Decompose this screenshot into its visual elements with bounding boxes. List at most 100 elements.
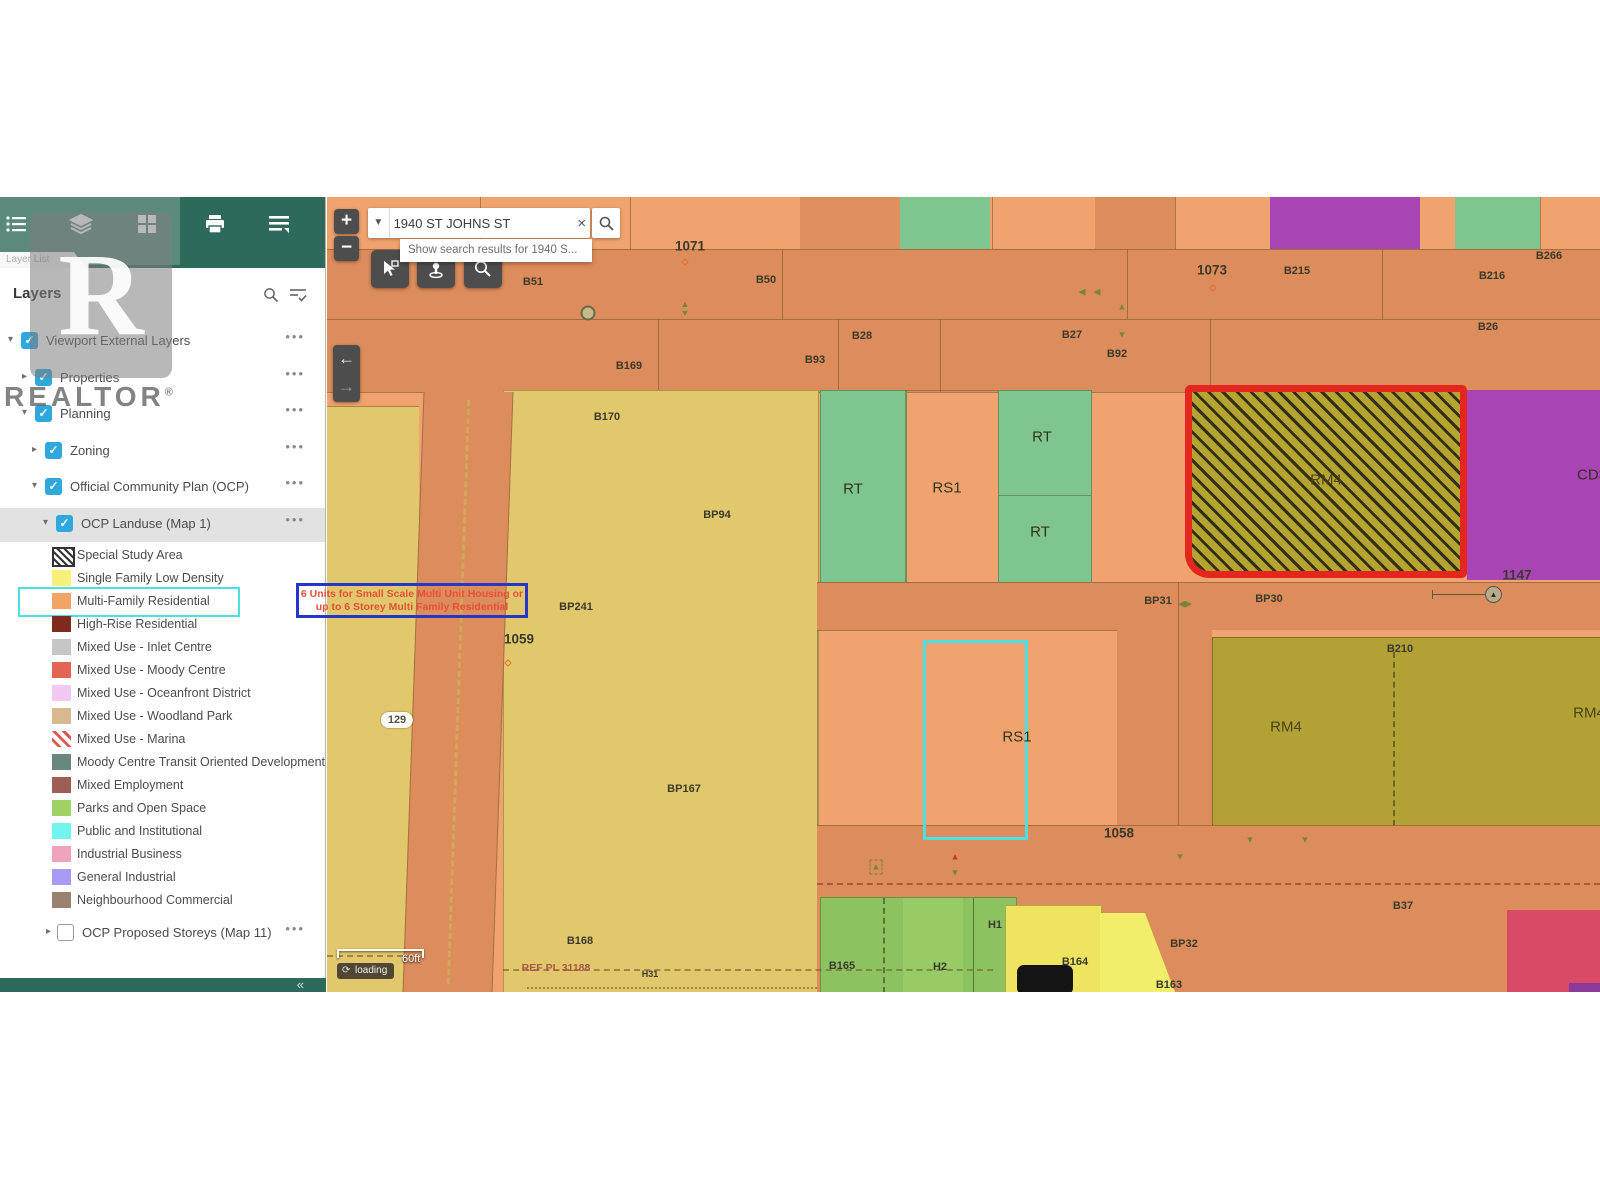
row-menu-dots[interactable]: ••• [285, 921, 305, 936]
legend-label: Neighbourhood Commercial [77, 893, 233, 907]
legend-swatch-icon [52, 639, 71, 655]
map-label: BP30 [1255, 593, 1283, 605]
row-menu-dots[interactable]: ••• [285, 329, 305, 344]
legend-item: Mixed Use - Woodland Park [0, 705, 325, 728]
collapse-panel-icon[interactable]: « [297, 978, 304, 992]
layer-tree-row-ocp-landuse-map-1-[interactable]: ▾ ✓ OCP Landuse (Map 1) ••• [0, 508, 325, 542]
map-shape: 6 Units for Small Scale Multi Unit Housi… [299, 588, 525, 601]
legend-swatch-icon [52, 777, 71, 793]
legend-label: Mixed Use - Marina [77, 732, 185, 746]
map-shape [782, 249, 783, 319]
legend-swatch-icon [52, 846, 71, 862]
loading-indicator: loading [337, 963, 394, 979]
legend-swatch-icon [52, 754, 71, 770]
map-shape [1095, 197, 1175, 249]
map-marker-icon: ▲▼ [681, 300, 690, 318]
legend-swatch-icon [52, 869, 71, 885]
map-label: 1073 [1197, 263, 1227, 278]
extent-navigation[interactable]: ← → [333, 345, 360, 402]
caret-right-icon[interactable]: ▸ [46, 926, 51, 937]
legend-item: Mixed Employment [0, 774, 325, 797]
map-shape [1507, 910, 1600, 992]
application-window: ▲▼ ◀ ◀ ▲ ▼ ◀▶ ▼ ▼ ▼ ▲ ▼ ▲ ◆ ◆ ◆ ▲ B51107… [0, 0, 1600, 1200]
more-widgets-icon[interactable] [264, 209, 294, 239]
checkbox-checked[interactable]: ✓ [45, 478, 62, 495]
map-marker-icon: ◀ [1094, 288, 1101, 297]
map-label: B169 [616, 360, 642, 372]
map-marker-icon: ▼ [951, 869, 960, 878]
search-input[interactable] [390, 216, 574, 231]
row-menu-dots[interactable]: ••• [285, 475, 305, 490]
map-marker-icon: ◆ [1210, 284, 1216, 292]
row-menu-dots[interactable]: ••• [285, 439, 305, 454]
checkbox-checked[interactable]: ✓ [45, 442, 62, 459]
location-pin-icon [426, 259, 446, 279]
legend-item: Mixed Use - Marina [0, 728, 325, 751]
map-label: 1071 [675, 239, 705, 254]
map-label: B27 [1062, 329, 1082, 341]
map-shape [600, 217, 609, 226]
checkbox-checked[interactable]: ✓ [56, 515, 73, 532]
map-label: RM4 [1310, 472, 1342, 489]
map-shape [447, 400, 470, 984]
map-shape [820, 897, 1017, 992]
search-suggestion-item[interactable]: Show search results for 1940 S... [400, 239, 592, 262]
map-shape [1175, 197, 1176, 249]
map-marker-icon: ◆ [505, 659, 511, 667]
map-label: 1059 [504, 632, 534, 647]
zoom-in-button[interactable]: + [334, 209, 359, 234]
map-label: B215 [1284, 265, 1310, 277]
next-extent-button[interactable]: → [333, 373, 360, 401]
layer-tree-row-zoning[interactable]: ▸✓Zoning••• [0, 435, 325, 469]
map-shape [209, 226, 221, 233]
row-menu-dots[interactable]: ••• [285, 402, 305, 417]
legend-item: Public and Institutional [0, 820, 325, 843]
map-label: B26 [1478, 321, 1498, 333]
checkbox-unchecked[interactable] [57, 924, 74, 941]
map-shape [1540, 197, 1541, 249]
toggle-layers-icon[interactable] [289, 287, 307, 303]
search-clear-icon[interactable]: × [574, 215, 590, 232]
map-marker-icon: ◆ [682, 258, 688, 266]
caret-down-icon[interactable]: ▾ [43, 517, 48, 528]
map-label: 1058 [1104, 826, 1134, 841]
map-shape: REALTOR [4, 381, 165, 412]
previous-extent-button[interactable]: ← [333, 345, 360, 373]
zoom-out-button[interactable]: − [334, 236, 359, 261]
layer-label: OCP Landuse (Map 1) [81, 516, 211, 531]
legend-label: Single Family Low Density [77, 571, 224, 585]
search-submit-button[interactable] [592, 208, 620, 238]
map-label: B51 [523, 276, 543, 288]
map-shape [384, 261, 395, 276]
utility-symbol-icon [1432, 594, 1493, 595]
map-label: B28 [852, 330, 872, 342]
legend-swatch-icon [52, 823, 71, 839]
legend-item: Neighbourhood Commercial [0, 889, 325, 912]
map-shape [1467, 390, 1600, 580]
realtor-logo-watermark: R [30, 212, 172, 378]
map-shape [1382, 249, 1383, 319]
map-shape [1270, 197, 1420, 249]
search-bar[interactable]: ▼ × [368, 208, 590, 238]
caret-right-icon[interactable]: ▸ [32, 444, 37, 455]
map-label: B165 [829, 960, 855, 972]
legend-swatch-icon [52, 800, 71, 816]
row-menu-dots[interactable]: ••• [285, 512, 305, 527]
search-source-dropdown[interactable]: ▼ [368, 208, 390, 238]
legend-item: Industrial Business [0, 843, 325, 866]
row-menu-dots[interactable]: ••• [285, 366, 305, 381]
layer-search-icon[interactable] [263, 287, 279, 303]
map-label: B163 [1156, 979, 1182, 991]
legend-label: Mixed Use - Oceanfront District [77, 686, 251, 700]
legend-swatch-icon [52, 708, 71, 724]
caret-right-icon[interactable]: ▸ [22, 371, 27, 382]
layer-tree-row-ocp-proposed-storeys[interactable]: ▸ OCP Proposed Storeys (Map 11) ••• [0, 917, 325, 945]
search-icon [599, 216, 614, 231]
print-icon[interactable] [200, 209, 230, 239]
layer-tree-row-official-community-plan-ocp-[interactable]: ▾✓Official Community Plan (OCP)••• [0, 471, 325, 505]
legend-item: Moody Centre Transit Oriented Developmen… [0, 751, 325, 774]
caret-down-icon[interactable]: ▾ [8, 334, 13, 345]
caret-down-icon[interactable]: ▾ [32, 480, 37, 491]
map-shape [992, 197, 993, 249]
map-marker-icon: ▲ [951, 853, 960, 862]
